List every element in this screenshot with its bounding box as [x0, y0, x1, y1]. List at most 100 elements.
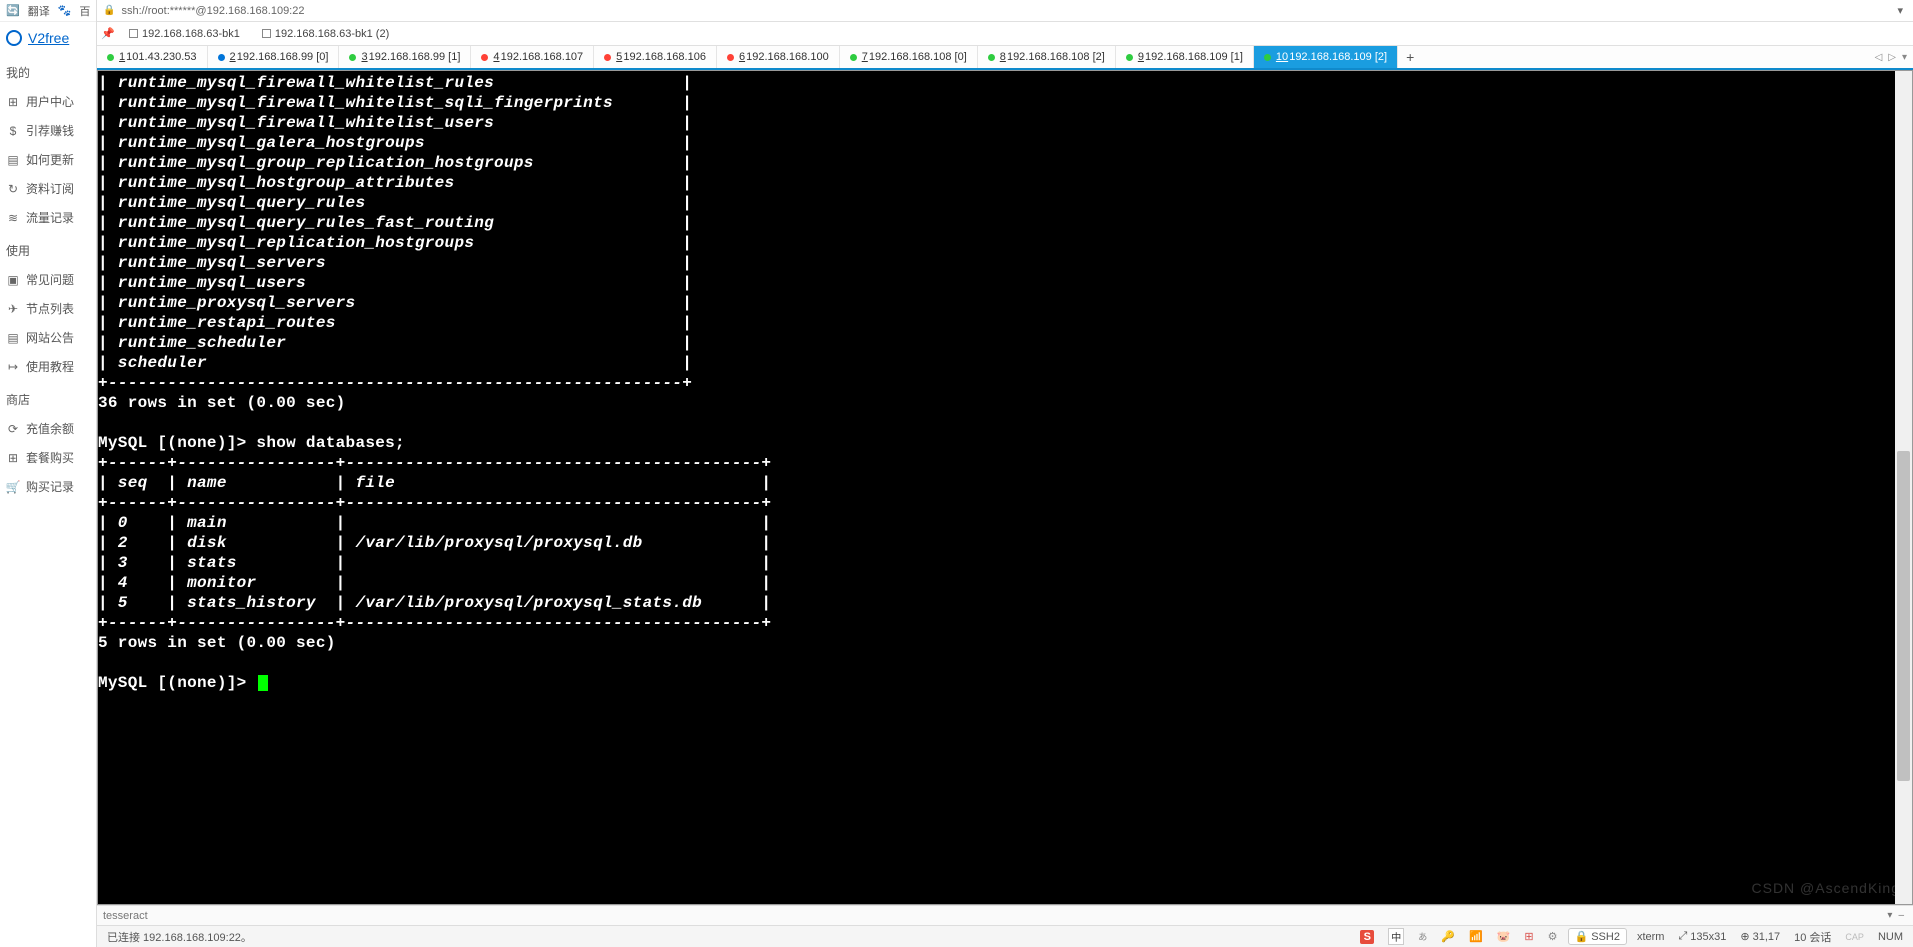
key-icon[interactable]: 🔑 — [1437, 930, 1459, 943]
sidebar-item-plan-buy[interactable]: ⊞套餐购买 — [0, 443, 96, 472]
sidebar-item-howto-update-icon: ▤ — [6, 153, 20, 167]
sidebar-item-recharge-icon: ⟳ — [6, 422, 20, 436]
connection-tab[interactable]: 5 192.168.168.106 — [594, 46, 717, 68]
sidebar-item-howto-update[interactable]: ▤ 如何更新 — [0, 145, 96, 174]
connection-status-dot-icon — [107, 54, 114, 61]
connection-tab[interactable]: 3 192.168.168.99 [1] — [339, 46, 471, 68]
tab-nav-menu-icon[interactable]: ▾ — [1900, 52, 1909, 63]
status-net-icon[interactable]: 📶 — [1465, 930, 1487, 943]
sidebar-item-label: 购买记录 — [26, 478, 74, 495]
status-term-size: ⤢ 135x31 — [1674, 930, 1730, 943]
terminal-prompt[interactable]: MySQL [(none)]> — [98, 673, 1912, 693]
sidebar-item-label: 用户中心 — [26, 93, 74, 110]
status-connected: 已连接 192.168.168.109:22。 — [103, 929, 256, 945]
status-ime-abc[interactable]: あ — [1414, 930, 1431, 943]
pin-icon[interactable]: 📌 — [101, 27, 113, 40]
connection-status-dot-icon — [218, 54, 225, 61]
connection-tab[interactable]: 2 192.168.168.99 [0] — [208, 46, 340, 68]
connection-status-dot-icon — [727, 54, 734, 61]
session-tab-bar: 📌 192.168.168.63-bk1 192.168.168.63-bk1 (… — [97, 22, 1913, 46]
address-menu-button[interactable]: ▾ — [1893, 4, 1907, 17]
connection-tab[interactable]: 6 192.168.168.100 — [717, 46, 840, 68]
connection-tab-bar: 1 101.43.230.53 2 192.168.168.99 [0] 3 192… — [97, 46, 1913, 70]
terminal-scrollbar[interactable] — [1895, 71, 1912, 904]
sidebar-item-label: 节点列表 — [26, 300, 74, 317]
sidebar-item-site-notice-icon: ▤ — [6, 331, 20, 345]
status-term-type: xterm — [1633, 931, 1669, 943]
terminal-cursor — [258, 675, 268, 691]
terminal[interactable]: | runtime_mysql_firewall_whitelist_rules… — [97, 70, 1913, 905]
session-tab[interactable]: 192.168.168.63-bk1 (2) — [256, 26, 395, 42]
connection-status-dot-icon — [988, 54, 995, 61]
tab-nav-left-icon[interactable]: ◁ — [1873, 52, 1885, 63]
connection-status-dot-icon — [1126, 54, 1133, 61]
sidebar-tab-baidu[interactable]: 百 — [79, 3, 90, 19]
sidebar-item-node-list-icon: ✈ — [6, 302, 20, 316]
sidebar-item-tutorial-icon: ↦ — [6, 360, 20, 374]
connection-tab-label: 1 101.43.230.53 — [119, 51, 197, 63]
status-cursor-pos: ⊕ 31,17 — [1736, 930, 1784, 943]
sidebar-item-purchase-log-icon: 🛒 — [6, 480, 20, 494]
sidebar-item-site-notice[interactable]: ▤网站公告 — [0, 323, 96, 352]
baidu-paw-icon: 🐾 — [58, 4, 72, 17]
translate-icon: 🔄 — [6, 4, 20, 17]
sidebar-logo[interactable]: V2free — [0, 22, 96, 54]
main-panel: 🔒 ssh://root:******@192.168.168.109:22 ▾… — [97, 0, 1913, 947]
session-tab[interactable]: 192.168.168.63-bk1 — [123, 26, 246, 42]
connection-tab-label: 2 192.168.168.99 [0] — [230, 51, 329, 63]
connection-tab-label: 10 192.168.168.109 [2] — [1276, 51, 1387, 63]
add-connection-button[interactable]: + — [1398, 49, 1422, 65]
connection-tab-label: 9 192.168.168.109 [1] — [1138, 51, 1243, 63]
status-emoji-icon[interactable]: 🐷 — [1493, 930, 1515, 943]
connection-tab-label: 8 192.168.168.108 [2] — [1000, 51, 1105, 63]
connection-tab[interactable]: 4 192.168.168.107 — [471, 46, 594, 68]
minimize-panel-icon[interactable]: ▾ — [1884, 910, 1895, 921]
connection-tab-label: 3 192.168.168.99 [1] — [361, 51, 460, 63]
sidebar-item-label: 引荐赚钱 — [26, 122, 74, 139]
status-ssh[interactable]: 🔒SSH2 — [1568, 928, 1627, 945]
connection-tab[interactable]: 9 192.168.168.109 [1] — [1116, 46, 1254, 68]
lock-small-icon: 🔒 — [1575, 930, 1589, 943]
session-tab-icon — [129, 29, 138, 38]
sidebar-logo-text: V2free — [28, 30, 69, 46]
status-gear-icon[interactable]: ⚙ — [1544, 930, 1562, 943]
sidebar-item-label: 流量记录 — [26, 209, 74, 226]
close-panel-icon[interactable]: – — [1895, 910, 1907, 921]
connection-tab[interactable]: 1 101.43.230.53 — [97, 46, 208, 68]
sidebar-item-node-list[interactable]: ✈ 节点列表 — [0, 294, 96, 323]
sidebar-item-user-center[interactable]: ⊞ 用户中心 — [0, 87, 96, 116]
status-ime-s[interactable]: S — [1356, 930, 1378, 944]
connection-tab-label: 6 192.168.168.100 — [739, 51, 829, 63]
connection-tab[interactable]: 7 192.168.168.108 [0] — [840, 46, 978, 68]
sidebar-item-referral-icon: $ — [6, 124, 20, 138]
resize-icon: ⤢ — [1678, 930, 1687, 943]
connection-tab[interactable]: 10 192.168.168.109 [2] — [1254, 46, 1398, 68]
scrollbar-thumb[interactable] — [1897, 451, 1910, 781]
sidebar-item-label: 常见问题 — [26, 271, 74, 288]
sidebar-item-recharge[interactable]: ⟳充值余额 — [0, 414, 96, 443]
below-terminal-bar: tesseract ▾ – — [97, 905, 1913, 925]
status-ime-cn[interactable]: 中 — [1384, 928, 1408, 945]
connection-tab[interactable]: 8 192.168.168.108 [2] — [978, 46, 1116, 68]
connection-status-dot-icon — [1264, 54, 1271, 61]
sidebar-top-tabs: 🔄 翻译 🐾 百 — [0, 0, 96, 22]
sidebar-item-faq[interactable]: ▣常见问题 — [0, 265, 96, 294]
below-term-label: tesseract — [103, 910, 148, 922]
sidebar-item-referral[interactable]: $ 引荐赚钱 — [0, 116, 96, 145]
sidebar-item-label: 资料订阅 — [26, 180, 74, 197]
sidebar-item-traffic-log[interactable]: ≋流量记录 — [0, 203, 96, 232]
status-grid-icon[interactable]: ⊞ — [1520, 930, 1537, 943]
sidebar-item-tutorial[interactable]: ↦使用教程 — [0, 352, 96, 381]
address-text: ssh://root:******@192.168.168.109:22 — [121, 5, 1887, 17]
tab-nav-right-icon[interactable]: ▷ — [1886, 52, 1898, 63]
lock-icon: 🔒 — [103, 5, 115, 16]
globe-icon — [6, 30, 22, 46]
sidebar-item-subscribe[interactable]: ↻资料订阅 — [0, 174, 96, 203]
connection-tab-label: 7 192.168.168.108 [0] — [862, 51, 967, 63]
sidebar-item-label: 如何更新 — [26, 151, 74, 168]
sidebar-tab-translate[interactable]: 翻译 — [28, 3, 50, 19]
left-sidebar: 🔄 翻译 🐾 百 V2free 我的⊞用户中心$引荐赚钱▤如何更新↻资料订阅≋流… — [0, 0, 97, 947]
status-numlock: NUM — [1874, 931, 1907, 943]
sidebar-item-user-center-icon: ⊞ — [6, 95, 20, 109]
sidebar-item-purchase-log[interactable]: 🛒 购买记录 — [0, 472, 96, 501]
